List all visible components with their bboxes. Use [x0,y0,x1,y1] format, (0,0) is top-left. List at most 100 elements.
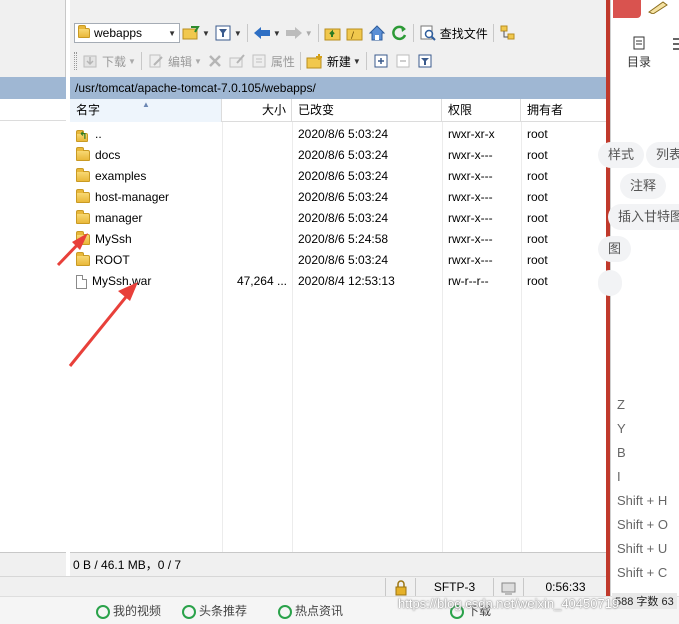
remote-toolbar: webapps ▼ ▼ ▼ ▼ ▼ / 查找文件 下载 ▼ 编辑 ▼ 属性 新建… [70,0,606,77]
shortcut-key: Shift + O [617,517,668,532]
file-modified: 2020/8/6 5:03:24 [298,190,389,204]
remote-path-combo-value: webapps [94,26,143,40]
panel-more-icon[interactable] [671,36,679,66]
file-row-myssh-war[interactable]: MySsh.war 47,264 ... 2020/8/4 12:53:13 r… [70,271,606,292]
edit-button[interactable]: 编辑 ▼ [145,50,204,72]
list-chip[interactable]: 列表 [646,142,679,168]
connection-status-bar: SFTP-3 0:56:33 [0,576,610,596]
document-icon [633,36,645,50]
file-modified: 2020/8/6 5:03:24 [298,169,389,183]
taskbar-item-news[interactable]: 热点资讯 [278,602,343,619]
remote-status-bar: 0 B / 46.1 MB，0 / 7 [70,552,606,576]
find-files-button[interactable]: 查找文件 [417,22,490,44]
toolbar-grip[interactable] [74,52,77,70]
remote-path-combo[interactable]: webapps ▼ [74,23,180,43]
file-modified: 2020/8/6 5:03:24 [298,211,389,225]
file-owner: root [527,232,548,246]
new-button[interactable]: 新建 ▼ [304,50,363,72]
remote-path-bar[interactable]: /usr/tomcat/apache-tomcat-7.0.105/webapp… [70,77,606,99]
tree-view-icon [499,24,517,42]
remote-file-list[interactable]: ↰ .. 2020/8/6 5:03:24 rwxr-xr-x root doc… [70,122,606,552]
toolbar-row-actions: 下载 ▼ 编辑 ▼ 属性 新建 ▼ [70,49,606,73]
file-permissions: rwxr-x--- [448,253,493,267]
directory-toggle[interactable]: 目录 [625,36,653,70]
insert-gantt-chip[interactable]: 插入甘特图 [608,204,679,230]
properties-button[interactable]: 属性 [248,50,297,72]
folder-icon [76,210,90,224]
file-row-myssh[interactable]: MySsh 2020/8/6 5:24:58 rwxr-x--- root [70,229,606,250]
toolbar-row-navigation: webapps ▼ ▼ ▼ ▼ ▼ / 查找文件 [70,21,606,45]
toolbar-separator [246,24,248,42]
file-row-docs[interactable]: docs 2020/8/6 5:03:24 rwxr-x--- root [70,145,606,166]
column-header-modified[interactable]: 已改变 [292,99,442,122]
file-icon [76,274,87,289]
file-name-cell: ↰ .. [76,124,222,145]
local-file-list[interactable] [0,121,66,552]
empty-chip[interactable] [598,270,622,296]
file-modified: 2020/8/4 12:53:13 [298,274,395,288]
file-permissions: rwxr-x--- [448,232,493,246]
column-header-owner[interactable]: 拥有者 [521,99,606,122]
file-size [222,250,287,271]
file-owner: root [527,148,548,162]
file-permissions: rwxr-x--- [448,169,493,183]
transfer-cell[interactable] [493,578,523,596]
column-header-permissions[interactable]: 权限 [442,99,521,122]
tree-view-button[interactable] [497,22,519,44]
image-chip[interactable]: 图 [598,236,632,262]
taskbar-item-recommend[interactable]: 头条推荐 [182,602,247,619]
parent-dir-button[interactable] [322,22,344,44]
taskbar-item-videos[interactable]: 我的视频 [96,602,161,619]
download-button[interactable]: 下载 ▼ [79,50,138,72]
toolbar-separator [299,52,301,70]
file-name-cell: examples [76,166,222,187]
taskbar-item-label: 头条推荐 [199,604,248,618]
file-row-examples[interactable]: examples 2020/8/6 5:03:24 rwxr-x--- root [70,166,606,187]
pen-icon[interactable] [647,0,669,15]
shortcut-key: Y [617,421,626,436]
column-header-size[interactable]: 大小 [222,99,292,122]
folder-icon [76,231,90,245]
filter-button[interactable]: ▼ [212,22,244,44]
word-count: 588 字数 63 [612,593,677,609]
lock-icon [395,580,406,596]
refresh-button[interactable] [388,22,410,44]
filter-toggle-button[interactable] [414,50,436,72]
taskbar-item-label: 热点资讯 [295,604,344,618]
file-owner: root [527,190,548,204]
home-dir-button[interactable] [366,22,388,44]
chevron-down-icon: ▼ [128,56,136,66]
expand-all-button[interactable] [370,50,392,72]
column-header-name[interactable]: ▲ 名字 [70,99,222,122]
file-name: examples [95,169,147,183]
file-permissions: rwxr-xr-x [448,127,495,141]
style-chip[interactable]: 样式 [598,142,645,168]
local-path-bar[interactable] [0,77,66,99]
delete-icon [206,52,224,70]
file-row-root[interactable]: ROOT 2020/8/6 5:03:24 rwxr-x--- root [70,250,606,271]
toolbar-separator [492,24,494,42]
open-folder-button[interactable]: ▼ [180,22,212,44]
file-row-host-manager[interactable]: host-manager 2020/8/6 5:03:24 rwxr-x--- … [70,187,606,208]
file-name-cell: MySsh.war [76,271,222,292]
back-button[interactable]: ▼ [251,22,283,44]
root-dir-button[interactable]: / [344,22,366,44]
file-row-parent[interactable]: ↰ .. 2020/8/6 5:03:24 rwxr-xr-x root [70,124,606,145]
shortcut-key: Z [617,397,625,412]
collapse-all-button[interactable] [392,50,414,72]
new-label: 新建 [326,54,351,69]
filter-icon [416,52,434,70]
chevron-down-icon: ▼ [168,28,176,38]
remote-file-header: ▲ 名字 大小 已改变 权限 拥有者 [70,99,606,122]
file-name-cell: ROOT [76,250,222,271]
rename-button[interactable] [226,50,248,72]
file-modified: 2020/8/6 5:03:24 [298,127,389,141]
folder-icon [76,168,90,182]
comment-chip[interactable]: 注释 [620,173,667,199]
properties-label: 属性 [270,54,295,69]
shortcut-key: Shift + U [617,541,668,556]
delete-button[interactable] [204,50,226,72]
toolbar-separator [140,52,142,70]
file-row-manager[interactable]: manager 2020/8/6 5:03:24 rwxr-x--- root [70,208,606,229]
forward-button[interactable]: ▼ [283,22,315,44]
